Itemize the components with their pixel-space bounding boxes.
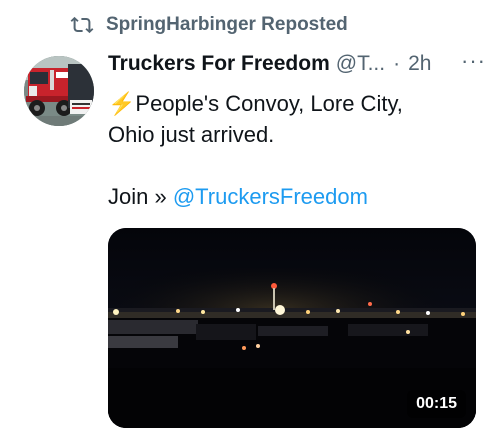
join-text: Join » [108, 184, 173, 209]
post-line-2: Ohio just arrived. [108, 122, 275, 147]
video-player[interactable]: 00:15 [108, 228, 476, 428]
more-options-icon[interactable]: ··· [461, 50, 486, 72]
repost-icon [70, 16, 94, 34]
post-line-3: Join » @TruckersFreedom [108, 181, 483, 212]
video-duration: 00:15 [407, 390, 466, 418]
repost-indicator: SpringHarbinger Reposted [70, 13, 348, 37]
post-time[interactable]: 2h [408, 52, 431, 76]
truck-avatar [24, 56, 94, 126]
lightning-icon: ⚡ [108, 91, 136, 116]
author-handle[interactable]: @T... [336, 52, 385, 76]
post-text: ⚡People's Convoy, Lore City, Ohio just a… [108, 88, 483, 212]
avatar[interactable] [24, 56, 94, 126]
post-header: Truckers For Freedom @T... · 2h ··· [108, 50, 486, 78]
mention-link[interactable]: @TruckersFreedom [173, 184, 368, 209]
post-line-1-text: People's Convoy, Lore City, [135, 91, 403, 116]
separator-dot: · [393, 52, 401, 75]
post-line-1: ⚡People's Convoy, Lore City, [108, 88, 483, 119]
author-name[interactable]: Truckers For Freedom [108, 52, 330, 76]
repost-label[interactable]: SpringHarbinger Reposted [106, 14, 348, 36]
